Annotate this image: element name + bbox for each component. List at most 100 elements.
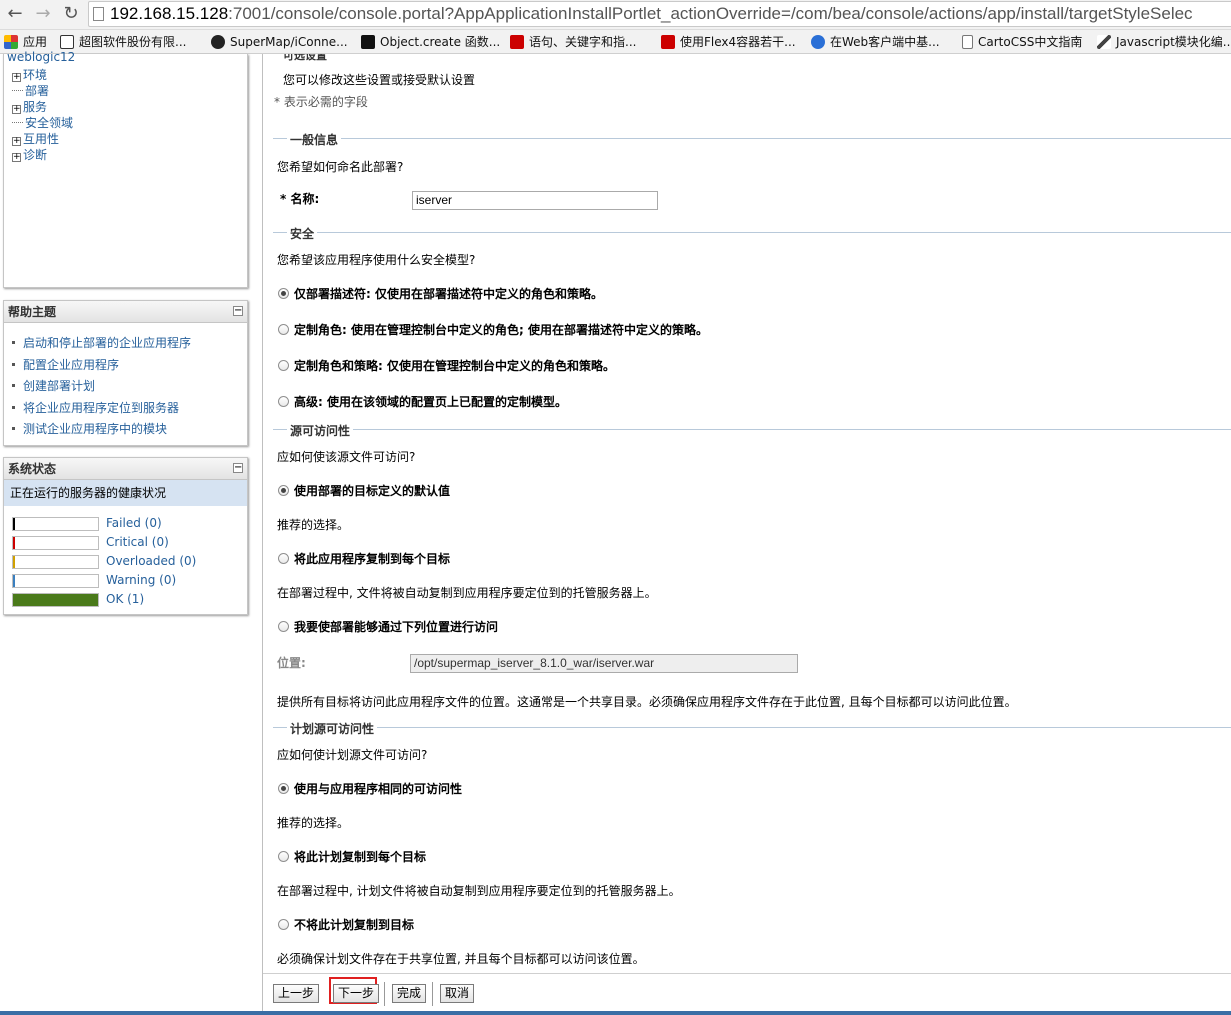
tree-item-deployments[interactable]: 部署 (12, 82, 49, 99)
radio-icon[interactable] (278, 360, 289, 371)
address-bar[interactable]: 192.168.15.128:7001/console/console.port… (88, 1, 1231, 27)
tree-item-label: 环境 (23, 68, 48, 82)
help-link[interactable]: 配置企业应用程序 (12, 356, 119, 373)
collapse-icon[interactable]: − (233, 463, 243, 473)
bullet-icon (12, 341, 15, 344)
status-bar (12, 593, 99, 607)
help-link-label: 启动和停止部署的企业应用程序 (23, 336, 192, 350)
expand-plus-icon[interactable]: + (12, 153, 21, 162)
help-link[interactable]: 启动和停止部署的企业应用程序 (12, 334, 191, 351)
security-option-custom-roles-policies[interactable]: 定制角色和策略: 仅使用在管理控制台中定义的角色和策略。 (278, 357, 615, 374)
bookmark-web-client[interactable]: 在Web客户端中基... (811, 33, 940, 51)
legend-text: 一般信息 (287, 131, 342, 148)
help-topics-panel: 帮助主题 − 启动和停止部署的企业应用程序 配置企业应用程序 创建部署计划 将企业… (3, 300, 248, 446)
expand-plus-icon[interactable]: + (12, 73, 21, 82)
radio-icon[interactable] (278, 396, 289, 407)
status-label[interactable]: Failed (0) (106, 516, 162, 530)
bookmark-object-create[interactable]: Object.create 函数... (361, 33, 500, 51)
bookmark-flex4[interactable]: 使用Flex4容器若干... (661, 33, 796, 51)
tree-item-interoperability[interactable]: + 互用性 (12, 130, 59, 147)
m-logo-icon (361, 35, 375, 49)
back-arrow-icon[interactable]: ← (4, 3, 26, 25)
tree-item-services[interactable]: + 服务 (12, 98, 47, 115)
tree-root-weblogic12[interactable]: weblogic12 (7, 50, 75, 64)
radio-label: 高级: 使用在该领域的配置页上已配置的定制模型。 (294, 395, 567, 409)
ie-icon (811, 35, 825, 49)
finish-button[interactable]: 完成 (392, 984, 427, 1003)
bookmark-supermap[interactable]: 超图软件股份有限... (60, 33, 186, 51)
page-icon (93, 7, 104, 21)
location-note: 提供所有目标将访问此应用程序文件的位置。这通常是一个共享目录。必须确保应用程序文… (277, 695, 1017, 709)
status-label[interactable]: OK (1) (106, 592, 144, 606)
status-label[interactable]: Warning (0) (106, 573, 176, 587)
security-option-advanced[interactable]: 高级: 使用在该领域的配置页上已配置的定制模型。 (278, 393, 567, 410)
bullet-icon (12, 363, 15, 366)
plan-option-copy[interactable]: 将此计划复制到每个目标 (278, 848, 426, 865)
help-link[interactable]: 测试企业应用程序中的模块 (12, 420, 167, 437)
status-bar-fill (13, 594, 98, 606)
forward-arrow-icon[interactable]: → (32, 3, 54, 25)
panel-title: 系统状态 (8, 462, 57, 476)
tree-item-label: 安全领域 (25, 116, 74, 130)
radio-label: 定制角色和策略: 仅使用在管理控制台中定义的角色和策略。 (294, 359, 615, 373)
bookmark-javascript[interactable]: Javascript模块化编... (1097, 33, 1231, 51)
source-option-default[interactable]: 使用部署的目标定义的默认值 (278, 482, 450, 499)
next-button[interactable]: 下一步 (333, 984, 380, 1003)
radio-icon[interactable] (278, 851, 289, 862)
tree-item-environment[interactable]: + 环境 (12, 66, 47, 83)
radio-icon[interactable] (278, 621, 289, 632)
radio-selected-icon[interactable] (278, 783, 289, 794)
security-option-custom-roles[interactable]: 定制角色: 使用在管理控制台中定义的角色; 使用在部署描述符中定义的策略。 (278, 321, 708, 338)
bookmark-statements[interactable]: 语句、关键字和指... (510, 33, 636, 51)
help-link-label: 创建部署计划 (23, 379, 96, 393)
security-option-dd-only[interactable]: 仅部署描述符: 仅使用在部署描述符中定义的角色和策略。 (278, 285, 603, 302)
github-icon (211, 35, 225, 49)
plan-option-no-copy[interactable]: 不将此计划复制到目标 (278, 916, 414, 933)
legend-text: 源可访问性 (287, 422, 354, 439)
tree-item-label: 互用性 (23, 132, 60, 146)
plan-option-same[interactable]: 使用与应用程序相同的可访问性 (278, 780, 462, 797)
source-option-location[interactable]: 我要使部署能够通过下列位置进行访问 (278, 618, 498, 635)
location-input[interactable]: /opt/supermap_iserver_8.1.0_war/iserver.… (410, 654, 798, 673)
help-link-label: 将企业应用程序定位到服务器 (23, 401, 180, 415)
name-input[interactable]: iserver (412, 191, 658, 210)
plan-question: 应如何使计划源文件可访问? (277, 748, 428, 762)
bookmark-label: SuperMap/iConne... (230, 35, 348, 49)
tree-item-diagnostics[interactable]: + 诊断 (12, 146, 47, 163)
tree-item-label: 诊断 (23, 148, 48, 162)
help-link[interactable]: 创建部署计划 (12, 377, 95, 394)
collapse-icon[interactable]: − (233, 306, 243, 316)
tree-item-label: 部署 (25, 84, 50, 98)
radio-icon[interactable] (278, 553, 289, 564)
expand-plus-icon[interactable]: + (12, 105, 21, 114)
plan-accessibility-legend: 计划源可访问性 (273, 720, 1231, 737)
bullet-icon (12, 427, 15, 430)
radio-selected-icon[interactable] (278, 288, 289, 299)
cancel-button[interactable]: 取消 (440, 984, 475, 1003)
tree-line (12, 122, 23, 123)
radio-icon[interactable] (278, 324, 289, 335)
source-question: 应如何使该源文件可访问? (277, 450, 416, 464)
bookmarks-bar: 应用 超图软件股份有限... SuperMap/iConne... Object… (0, 30, 1231, 54)
radio-selected-icon[interactable] (278, 485, 289, 496)
expand-plus-icon[interactable]: + (12, 137, 21, 146)
adobe-icon (510, 35, 524, 49)
help-link[interactable]: 将企业应用程序定位到服务器 (12, 399, 179, 416)
source-option-copy[interactable]: 将此应用程序复制到每个目标 (278, 550, 450, 567)
legend-text: 安全 (287, 225, 318, 242)
reload-icon[interactable]: ↻ (60, 3, 82, 25)
wizard-button-bar: 上一步 下一步 完成 取消 (263, 973, 1231, 1015)
back-button[interactable]: 上一步 (273, 984, 320, 1003)
status-label[interactable]: Overloaded (0) (106, 554, 196, 568)
optional-settings-heading: 可选设置 (283, 54, 327, 62)
bookmark-apps[interactable]: 应用 (4, 33, 47, 51)
domain-tree-panel: weblogic12 + 环境 部署 + 服务 安全领域 + 互用性 + 诊断 (3, 50, 248, 288)
legend-text: 计划源可访问性 (287, 720, 378, 737)
bookmark-cartocss[interactable]: CartoCSS中文指南 (962, 33, 1082, 51)
radio-icon[interactable] (278, 919, 289, 930)
tree-item-security-realms[interactable]: 安全领域 (12, 114, 73, 131)
status-label[interactable]: Critical (0) (106, 535, 169, 549)
bookmark-label: 语句、关键字和指... (529, 35, 637, 49)
bookmark-github[interactable]: SuperMap/iConne... (211, 33, 348, 51)
page-icon (962, 35, 973, 49)
